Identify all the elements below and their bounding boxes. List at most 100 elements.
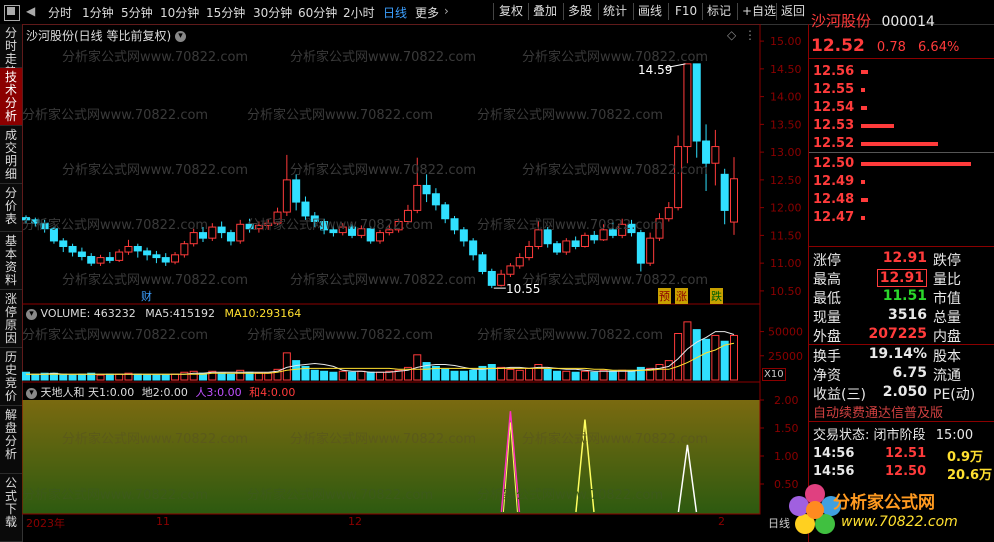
candle-body [236, 223, 245, 242]
period-more[interactable]: 更多 [415, 4, 439, 21]
candle-body [329, 229, 338, 234]
period-5min[interactable]: 5分钟 [121, 4, 153, 21]
candle-body [487, 270, 496, 286]
volume-bar [655, 364, 664, 381]
period-fenshi[interactable]: 分时 [48, 4, 72, 21]
volume-bar [348, 371, 357, 381]
volume-dropdown-icon[interactable]: ▾ [26, 308, 37, 320]
volume-bar [608, 370, 617, 381]
candle-body [683, 63, 692, 148]
volume-bar [571, 371, 580, 381]
orderbook-row[interactable]: 12.55 [813, 82, 991, 98]
chart-svg[interactable]: 15.00 14.50 14.00 13.50 13.00 12.50 12.00 11.50… [22, 24, 808, 542]
volume-bar [329, 371, 338, 381]
draw-line-button[interactable]: 画线 [635, 2, 665, 21]
high-price-label: 14.59 [638, 63, 673, 77]
event-tag-cai[interactable]: 财 [141, 288, 152, 304]
trade-status-row: 交易状态: 闭市阶段 15:00 [813, 424, 973, 443]
orderbook-row[interactable]: 12.54 [813, 100, 991, 116]
period-10min[interactable]: 10分钟 [160, 4, 199, 21]
period-15min[interactable]: 15分钟 [206, 4, 245, 21]
volume-bar [236, 369, 245, 381]
volume-bar [96, 374, 105, 381]
main-panel-title: 沙河股份(日线 等比前复权) ▾ [26, 27, 187, 44]
orderbook-row[interactable]: 12.56 [813, 64, 991, 80]
orderbook-row[interactable]: 12.50 [813, 156, 991, 172]
price-axis-label: 13.00 [770, 146, 802, 159]
candle-body [152, 254, 161, 259]
orderbook-row[interactable]: 12.47 [813, 210, 991, 226]
candle-body [254, 224, 263, 230]
volume-bar [77, 373, 86, 381]
candle-body [692, 63, 701, 142]
statistics-button[interactable]: 统计 [600, 2, 630, 21]
tab-history-auction[interactable]: 历史竞价 [0, 348, 22, 406]
event-tag-zhang[interactable]: 涨 [675, 288, 688, 304]
tab-analysis[interactable]: 解盘分析 [0, 406, 22, 474]
volume-bar [292, 360, 301, 381]
tab-formula-download[interactable]: 公式下载 [0, 474, 22, 542]
tab-fenshi[interactable]: 分时走势 [0, 24, 22, 79]
price-axis-label: 12.50 [770, 174, 802, 187]
candle-body [226, 232, 235, 242]
event-tag-die[interactable]: 跌 [710, 288, 723, 304]
add-watchlist-button[interactable]: +自选 [739, 2, 779, 21]
tab-basic-info[interactable]: 基本资料 [0, 232, 22, 290]
tab-limit-reason[interactable]: 涨停原因 [0, 290, 22, 348]
ma5-label: MA5: [145, 307, 174, 320]
candle-body [292, 179, 301, 203]
stats-row: 最高 12.91 量比 [813, 269, 991, 288]
quote-header: 沙河股份 000014 [811, 10, 935, 31]
indicator-dropdown-icon[interactable]: ▾ [26, 387, 37, 399]
candle-body [459, 229, 468, 242]
fuquan-button[interactable]: 复权 [496, 2, 526, 21]
period-30min[interactable]: 30分钟 [253, 4, 292, 21]
promo-banner[interactable]: 自动续费通达信普及版 [813, 402, 943, 421]
candle-body [534, 229, 543, 247]
orderbook-row[interactable]: 12.48 [813, 192, 991, 208]
period-2hour[interactable]: 2小时 [343, 4, 375, 21]
axis-group: 15.00 14.50 14.00 13.50 13.00 12.50 12.00 11.50… [760, 35, 803, 491]
f10-button[interactable]: F10 [672, 2, 700, 21]
stock-title: 沙河股份(日线 等比前复权) [26, 29, 172, 43]
tab-technical[interactable]: 技术分析 [0, 68, 22, 126]
event-tag-yu[interactable]: 预 [658, 288, 671, 304]
indicator-axis-label: 2.00 [774, 394, 799, 407]
orderbook-row[interactable]: 12.53 [813, 118, 991, 134]
di-value: 0.00 [163, 386, 188, 399]
candle-body [431, 193, 440, 206]
candle-body [273, 211, 282, 224]
stats-row: 净资 6.75 流通 [813, 365, 991, 384]
period-60min[interactable]: 60分钟 [298, 4, 337, 21]
stat-label: 收益(三) [813, 387, 866, 403]
stat-label: 股本 [933, 349, 961, 365]
volume-bar [31, 373, 40, 381]
multi-stock-button[interactable]: 多股 [565, 2, 595, 21]
stat-label: 最低 [813, 291, 841, 307]
volume-bar [525, 367, 534, 381]
candle-body [180, 243, 189, 256]
main-panel-more-icon[interactable]: ⋮ [744, 28, 756, 42]
main-panel-diamond-icon[interactable]: ◇ [727, 28, 736, 42]
period-daily[interactable]: 日线 [383, 4, 407, 21]
orderbook-row[interactable]: 12.49 [813, 174, 991, 190]
candle-body [730, 178, 738, 223]
title-dropdown-icon[interactable]: ▾ [175, 31, 187, 42]
overlay-button[interactable]: 叠加 [530, 2, 560, 21]
period-1min[interactable]: 1分钟 [82, 4, 114, 21]
candles-group [22, 63, 738, 289]
candle-body [161, 257, 170, 263]
volume-bar [152, 374, 161, 381]
back-button[interactable]: 返回 [778, 2, 808, 21]
orderbook-price: 12.53 [813, 118, 855, 133]
tab-trade-detail[interactable]: 成交明细 [0, 126, 22, 184]
volume-bar [534, 364, 543, 381]
toolbar-left-arrow-icon[interactable]: ◀ [26, 4, 35, 18]
orderbook-row[interactable]: 12.52 [813, 136, 991, 152]
candle-body [376, 232, 384, 242]
period-more-chevron-icon[interactable]: › [444, 4, 449, 18]
indicator-name: 天地人和 [40, 386, 85, 399]
tab-price-table[interactable]: 分价表 [0, 184, 22, 232]
mark-button[interactable]: 标记 [704, 2, 734, 21]
orderbook-price: 12.56 [813, 64, 855, 79]
